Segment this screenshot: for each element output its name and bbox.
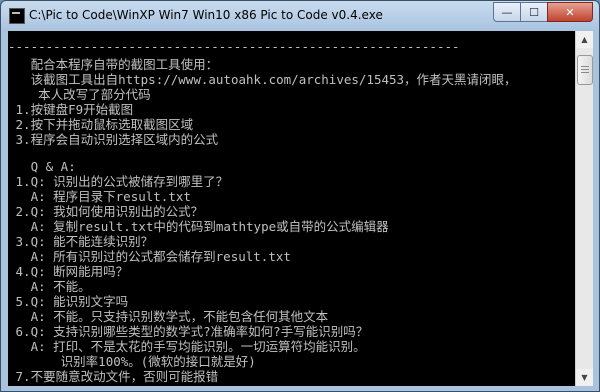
console-line: 5.Q: 能识别文字吗 [8,294,129,309]
down-arrow-icon: ▼ [581,373,588,382]
console-line: 2.按下并拖动鼠标选取截图区域 [8,117,194,132]
minimize-button[interactable]: — [493,2,521,22]
console-line: 该截图工具出自https://www.autoahk.com/archives/… [8,72,517,87]
up-arrow-icon: ▲ [581,35,588,44]
console-line: A: 程序目录下result.txt [8,189,191,204]
console-line: 3.Q: 能不能连续识别？ [8,234,154,249]
console-line: 3.程序会自动识别选择区域内的公式 [8,132,219,147]
title-bar[interactable]: C:\Pic to Code\WinXP Win7 Win10 x86 Pic … [1,1,599,31]
scroll-up-button[interactable]: ▲ [576,31,593,48]
scroll-down-button[interactable]: ▼ [576,369,593,386]
minimize-icon: — [501,5,513,19]
console-app-icon[interactable] [9,8,25,24]
console-window: C:\Pic to Code\WinXP Win7 Win10 x86 Pic … [0,0,600,392]
console-line: 1.Q: 识别出的公式被储存到哪里了？ [8,174,229,189]
console-line: A: 不能。 [8,279,91,294]
console-line: 识别率100%。(微软的接口就是好) [8,354,256,369]
window-controls: — ☐ ✕ [493,2,593,22]
console-line: 2.Q: 我如何使用识别出的公式？ [8,204,204,219]
maximize-icon: ☐ [529,5,539,19]
console-output[interactable]: ----------------------------------------… [8,31,575,386]
close-icon: ✕ [565,5,575,19]
console-line: 6.Q: 支持识别哪些类型的数学式?准确率如何?手写能识别吗？ [8,324,369,339]
console-line: Q & A: [8,159,76,174]
console-line: A: 所有识别过的公式都会储存到result.txt [8,249,291,264]
close-button[interactable]: ✕ [547,2,593,22]
maximize-button[interactable]: ☐ [520,2,548,22]
console-line: 4.Q: 断网能用吗？ [8,264,129,279]
vertical-scrollbar[interactable]: ▲ ▼ [575,31,593,386]
console-line: 本人改写了部分代码 [8,87,151,102]
console-line: ----------------------------------------… [8,39,460,54]
console-line: 1.按键盘F9开始截图 [8,102,134,117]
console-line: A: 不能。只支持识别数学式，不能包含任何其他文本 [8,309,329,324]
console-line: 7.不要随意改动文件，否则可能报错 [8,369,219,384]
window-title: C:\Pic to Code\WinXP Win7 Win10 x86 Pic … [29,8,383,22]
console-line: 配合本程序自带的截图工具使用： [8,57,219,72]
scrollbar-thumb[interactable] [577,55,593,85]
console-line: A: 打印、不是太花的手写均能识别。一切运算符均能识别。 [8,339,366,354]
console-line: A: 复制result.txt中的代码到mathtype或自带的公式编辑器 [8,219,389,234]
